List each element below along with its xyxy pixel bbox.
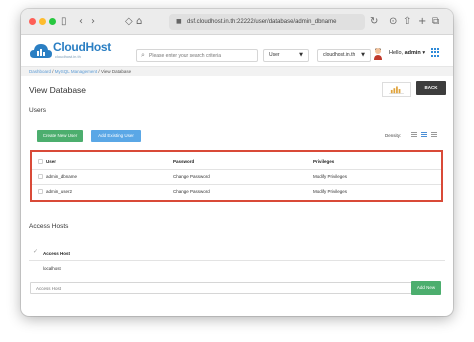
- back-icon[interactable]: ‹: [79, 15, 83, 29]
- sidebar-icon[interactable]: ▯: [61, 15, 67, 29]
- user-type-select-value: User: [269, 52, 280, 58]
- search-icon: ⌕: [141, 51, 145, 59]
- add-existing-user-button[interactable]: Add Existing User: [91, 130, 141, 142]
- table-row: admin_dbname Change Password Modify Priv…: [32, 169, 441, 185]
- change-password-link[interactable]: Change Password: [173, 169, 210, 185]
- user-name-cell: admin_user2: [46, 189, 73, 194]
- privacy-shield-icon[interactable]: ◇: [125, 15, 133, 29]
- column-header-user[interactable]: User: [46, 154, 56, 170]
- refresh-icon[interactable]: ↻: [370, 15, 378, 29]
- browser-toolbar: ▯ ‹ › ◇ ⌂ ■ dsf.cloudhost.in.th:22222/us…: [21, 9, 453, 35]
- row-checkbox[interactable]: [38, 174, 43, 179]
- density-normal-icon[interactable]: [421, 132, 427, 138]
- table-row: localhost: [29, 261, 445, 276]
- change-password-link[interactable]: Change Password: [173, 184, 210, 200]
- table-header-row: User Password Privileges: [32, 154, 441, 170]
- column-header-access-host: Access Host: [43, 251, 71, 256]
- access-host-input[interactable]: [30, 282, 413, 294]
- users-section-title: Users: [29, 107, 46, 114]
- table-header-row: ✓ Access Host: [29, 247, 445, 261]
- access-host-cell: localhost: [43, 266, 61, 271]
- browser-window: ▯ ‹ › ◇ ⌂ ■ dsf.cloudhost.in.th:22222/us…: [21, 9, 453, 316]
- domain-select-value: cloudhost.in.th: [323, 52, 356, 58]
- cloud-logo-icon: [30, 44, 52, 58]
- new-tab-icon[interactable]: +: [418, 15, 426, 29]
- breadcrumb-mysql-management[interactable]: MySQL Management: [55, 69, 97, 74]
- domain-select[interactable]: cloudhost.in.th ▼: [317, 49, 371, 62]
- users-table: User Password Privileges admin_dbname Ch…: [30, 150, 443, 202]
- database-chart-icon: [382, 82, 411, 97]
- check-icon[interactable]: ✓: [33, 248, 38, 255]
- share-icon[interactable]: ⇧: [403, 15, 411, 29]
- download-icon[interactable]: ⊙: [389, 15, 397, 29]
- user-type-select[interactable]: User ▼: [263, 49, 309, 62]
- modify-privileges-link[interactable]: Modify Privileges: [313, 184, 347, 200]
- user-greeting[interactable]: Hello, admin ▾: [389, 50, 425, 56]
- cloudhost-logo[interactable]: CloudHost cloudhost.in.th: [29, 39, 111, 63]
- greeting-text: Hello,: [389, 50, 404, 56]
- add-new-host-button[interactable]: Add New: [411, 281, 441, 295]
- app-header: CloudHost cloudhost.in.th ⌕ User ▼ cloud…: [21, 35, 453, 67]
- column-header-password[interactable]: Password: [173, 154, 194, 170]
- breadcrumb-current: View Database: [100, 69, 132, 74]
- back-button[interactable]: BACK: [416, 81, 446, 95]
- table-row: admin_user2 Change Password Modify Privi…: [32, 184, 441, 200]
- breadcrumb-dashboard[interactable]: Dashboard: [29, 69, 51, 74]
- forward-icon[interactable]: ›: [91, 15, 95, 29]
- access-hosts-section-title: Access Hosts: [29, 223, 69, 230]
- density-compact-icon[interactable]: [411, 132, 417, 138]
- apps-grid-icon[interactable]: [431, 48, 440, 57]
- page-title: View Database: [29, 85, 87, 95]
- user-name-cell: admin_dbname: [46, 174, 78, 179]
- zoom-window-button[interactable]: [49, 18, 56, 25]
- chevron-down-icon: ▼: [299, 52, 303, 58]
- close-window-button[interactable]: [29, 18, 36, 25]
- address-bar[interactable]: ■ dsf.cloudhost.in.th:22222/user/databas…: [169, 14, 365, 30]
- density-label: Density:: [385, 133, 402, 138]
- density-comfortable-icon[interactable]: [431, 132, 437, 138]
- logo-subtext: cloudhost.in.th: [55, 54, 81, 59]
- minimize-window-button[interactable]: [39, 18, 46, 25]
- chevron-down-icon: ▼: [361, 52, 365, 58]
- search-box: ⌕: [136, 49, 258, 62]
- row-checkbox[interactable]: [38, 189, 43, 194]
- url-text: dsf.cloudhost.in.th:22222/user/database/…: [187, 19, 337, 25]
- lock-icon: ■: [176, 18, 182, 25]
- create-new-user-button[interactable]: Create New User: [37, 130, 83, 142]
- breadcrumb: Dashboard / MySQL Management / View Data…: [21, 67, 453, 76]
- modify-privileges-link[interactable]: Modify Privileges: [313, 169, 347, 185]
- home-icon[interactable]: ⌂: [136, 15, 142, 29]
- column-header-privileges[interactable]: Privileges: [313, 154, 334, 170]
- username: admin: [404, 50, 421, 56]
- avatar[interactable]: [373, 47, 383, 61]
- tabs-overview-icon[interactable]: ⧉: [432, 15, 439, 29]
- select-all-checkbox[interactable]: [38, 159, 43, 164]
- logo-text: CloudHost: [53, 40, 111, 54]
- search-input[interactable]: [149, 51, 255, 60]
